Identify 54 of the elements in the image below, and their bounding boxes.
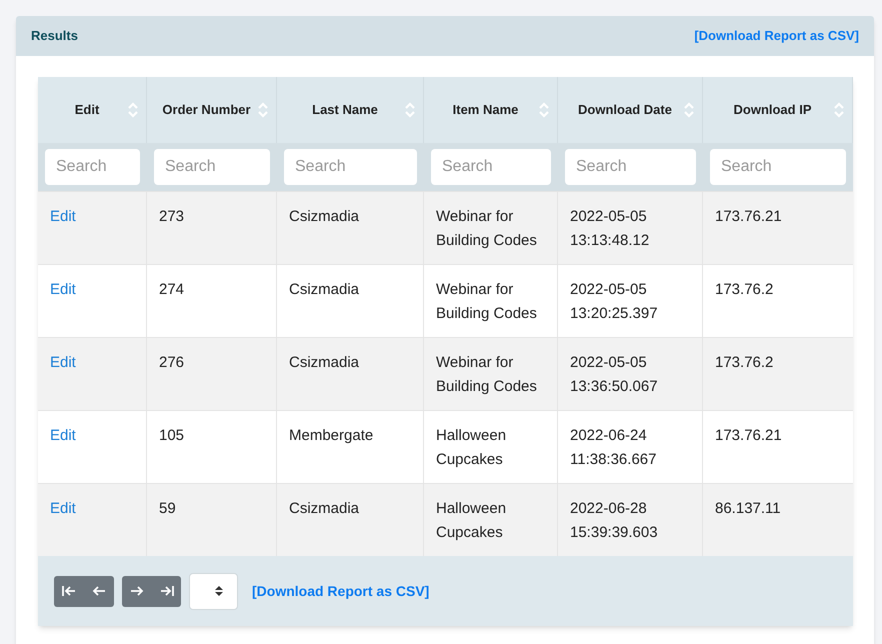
next-page-button[interactable] xyxy=(122,576,152,606)
table-cell-text: Membergate xyxy=(289,426,374,446)
table-cell-text: 173.76.21 xyxy=(715,426,783,446)
sort-icon xyxy=(834,102,844,118)
sort-icon xyxy=(684,102,694,118)
first-page-icon xyxy=(62,585,76,597)
table-cell-text: 2022-05-05 13:20:25.397 xyxy=(570,280,659,324)
previous-page-button[interactable] xyxy=(84,576,114,606)
sort-icon xyxy=(258,102,268,118)
table-cell-text: Webinar for Building Codes xyxy=(436,207,538,251)
table-cell-text: Webinar for Building Codes xyxy=(436,353,538,397)
search-field[interactable]: Search xyxy=(284,149,417,185)
last-page-button[interactable] xyxy=(152,576,181,606)
edit-link[interactable]: Edit xyxy=(50,500,76,517)
table-cell-text: 173.76.2 xyxy=(715,280,774,300)
search-field[interactable]: Search xyxy=(431,149,551,185)
edit-link[interactable]: Edit xyxy=(50,281,76,298)
table-cell-text: 2022-05-05 13:13:48.12 xyxy=(570,207,650,251)
table-cell-text: 2022-06-24 11:38:36.667 xyxy=(570,426,658,470)
table-cell-text: Webinar for Building Codes xyxy=(436,280,538,324)
table-cell-text: 2022-05-05 13:36:50.067 xyxy=(570,353,659,397)
search-field[interactable]: Search xyxy=(45,149,140,185)
sort-icon xyxy=(128,102,138,118)
table-cell-text: 173.76.21 xyxy=(715,207,783,227)
panel-title: Results xyxy=(31,27,78,46)
table-cell-text: Halloween Cupcakes xyxy=(436,499,508,543)
download-link[interactable]: [Download Report as CSV] xyxy=(694,26,859,46)
table-cell-text: 86.137.11 xyxy=(715,499,782,519)
table-cell-text: Csizmadia xyxy=(289,353,360,373)
table-cell-text: 2022-06-28 15:39:39.603 xyxy=(570,499,659,543)
table-cell-text: Csizmadia xyxy=(289,280,360,300)
search-field[interactable]: Search xyxy=(154,149,270,185)
download-link[interactable]: [Download Report as CSV] xyxy=(252,580,430,602)
select-arrows-icon xyxy=(215,585,223,597)
table-cell-text: 105 xyxy=(159,426,186,446)
table-cell-text: Csizmadia xyxy=(289,499,360,519)
right-arrow-icon xyxy=(130,585,144,597)
search-field[interactable]: Search xyxy=(565,149,696,185)
table-cell-text: 274 xyxy=(159,280,186,300)
edit-link[interactable]: Edit xyxy=(50,208,76,225)
left-arrow-icon xyxy=(92,585,106,597)
edit-link[interactable]: Edit xyxy=(50,427,76,444)
edit-link[interactable]: Edit xyxy=(50,354,76,371)
sort-icon xyxy=(405,102,415,118)
table-cell-text: 273 xyxy=(159,207,186,227)
table-cell-text: 59 xyxy=(159,499,177,519)
table-cell-text: Halloween Cupcakes xyxy=(436,426,508,470)
table-cell-text: 276 xyxy=(159,353,186,373)
search-field[interactable]: Search xyxy=(710,149,846,185)
table-cell-text: 173.76.2 xyxy=(715,353,774,373)
table-cell-text: Csizmadia xyxy=(289,207,360,227)
first-page-button[interactable] xyxy=(54,576,84,606)
sort-icon xyxy=(539,102,549,118)
last-page-icon xyxy=(160,585,174,597)
